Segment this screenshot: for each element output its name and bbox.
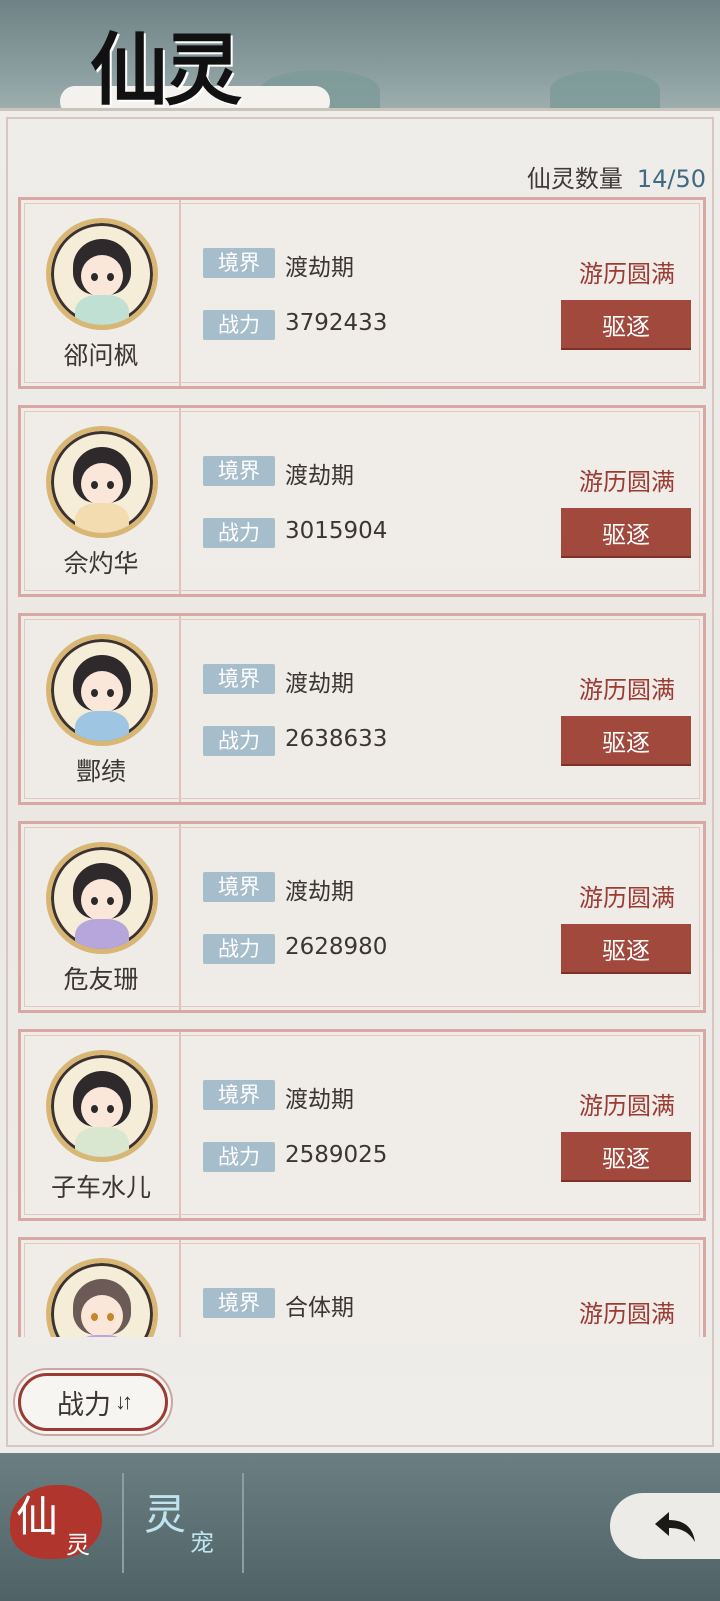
back-button[interactable] <box>610 1493 720 1559</box>
travel-status: 游历圆满 <box>579 468 675 496</box>
realm-value: 渡劫期 <box>285 463 354 489</box>
sort-arrows-icon: ↓↑ <box>115 1389 133 1414</box>
back-arrow-icon <box>655 1512 695 1542</box>
tab-lingchong[interactable]: 灵 宠 <box>138 1473 238 1573</box>
travel-status: 游历圆满 <box>579 884 675 912</box>
avatar-outfit <box>75 295 129 325</box>
spirit-count-label: 仙灵数量 <box>526 165 623 193</box>
expel-button[interactable]: 驱逐 <box>561 300 691 348</box>
realm-value: 合体期 <box>285 1295 354 1321</box>
sort-label: 战力 <box>57 1389 111 1420</box>
realm-tag: 境界 <box>203 1288 275 1318</box>
realm-value: 渡劫期 <box>285 879 354 905</box>
main-panel: 仙灵数量 14/50 郤问枫 境界 渡劫期 战力 3792433 游历圆满 驱逐 <box>0 108 720 1453</box>
power-value: 3792433 <box>285 310 388 336</box>
expel-button[interactable]: 驱逐 <box>561 1132 691 1180</box>
realm-tag: 境界 <box>203 872 275 902</box>
spirit-list[interactable]: 郤问枫 境界 渡劫期 战力 3792433 游历圆满 驱逐 佘灼华 境界 渡劫期… <box>0 195 720 1337</box>
page-title: 仙灵 <box>90 25 242 116</box>
power-value: 2589025 <box>285 1142 388 1168</box>
tab-xianling[interactable]: 仙 灵 <box>10 1475 102 1567</box>
spirit-name: 危友珊 <box>63 965 139 994</box>
avatar-outfit <box>75 919 129 949</box>
spirit-name: 酆绩 <box>75 757 126 786</box>
tab-divider <box>122 1473 124 1573</box>
tab-lingchong-sub: 宠 <box>190 1529 214 1557</box>
power-value: 2638633 <box>285 726 388 752</box>
avatar-outfit <box>75 1335 129 1337</box>
avatar[interactable] <box>46 426 158 538</box>
spirit-name: 佘灼华 <box>63 549 139 578</box>
power-tag: 战力 <box>203 726 275 756</box>
card-portrait-area: 佘灼华 <box>21 408 181 594</box>
expel-button[interactable]: 驱逐 <box>561 924 691 972</box>
avatar-outfit <box>75 711 129 741</box>
card-portrait-area: 危友珊 <box>21 824 181 1010</box>
sort-by-power-button[interactable]: 战力 ↓↑ <box>18 1373 168 1431</box>
realm-value: 渡劫期 <box>285 1087 354 1113</box>
realm-tag: 境界 <box>203 248 275 278</box>
cloud-decoration <box>550 70 660 110</box>
avatar-outfit <box>75 503 129 533</box>
power-tag: 战力 <box>203 934 275 964</box>
power-tag: 战力 <box>203 310 275 340</box>
avatar[interactable] <box>46 1258 158 1337</box>
spirit-card[interactable]: 危友珊 境界 渡劫期 战力 2628980 游历圆满 驱逐 <box>18 821 706 1013</box>
realm-value: 渡劫期 <box>285 671 354 697</box>
realm-value: 渡劫期 <box>285 255 354 281</box>
spirit-card[interactable]: 子车水儿 境界 渡劫期 战力 2589025 游历圆满 驱逐 <box>18 1029 706 1221</box>
power-value: 2628980 <box>285 934 388 960</box>
power-value: 3015904 <box>285 518 388 544</box>
spirit-name: 子车水儿 <box>50 1173 151 1202</box>
avatar[interactable] <box>46 1050 158 1162</box>
card-portrait-area <box>21 1240 181 1337</box>
spirit-count-value: 14/50 <box>636 165 706 193</box>
power-tag: 战力 <box>203 1142 275 1172</box>
avatar[interactable] <box>46 218 158 330</box>
spirit-card[interactable]: 境界 合体期 战力 游历圆满 驱逐 <box>18 1237 706 1337</box>
realm-tag: 境界 <box>203 664 275 694</box>
avatar[interactable] <box>46 634 158 746</box>
travel-status: 游历圆满 <box>579 676 675 704</box>
spirit-count: 仙灵数量 14/50 <box>527 159 706 194</box>
expel-button[interactable]: 驱逐 <box>561 716 691 764</box>
card-portrait-area: 酆绩 <box>21 616 181 802</box>
travel-status: 游历圆满 <box>579 1092 675 1120</box>
avatar[interactable] <box>46 842 158 954</box>
bottom-nav: 仙 灵 灵 宠 <box>0 1453 720 1601</box>
tab-xianling-sub: 灵 <box>66 1531 90 1559</box>
tab-lingchong-main: 灵 <box>144 1490 187 1539</box>
spirit-name: 郤问枫 <box>63 341 139 370</box>
card-portrait-area: 子车水儿 <box>21 1032 181 1218</box>
spirit-card[interactable]: 佘灼华 境界 渡劫期 战力 3015904 游历圆满 驱逐 <box>18 405 706 597</box>
tab-xianling-main: 仙 <box>16 1492 59 1541</box>
spirit-card[interactable]: 酆绩 境界 渡劫期 战力 2638633 游历圆满 驱逐 <box>18 613 706 805</box>
tab-divider <box>242 1473 244 1573</box>
travel-status: 游历圆满 <box>579 1300 675 1328</box>
realm-tag: 境界 <box>203 456 275 486</box>
avatar-outfit <box>75 1127 129 1157</box>
spirit-card[interactable]: 郤问枫 境界 渡劫期 战力 3792433 游历圆满 驱逐 <box>18 197 706 389</box>
power-tag: 战力 <box>203 518 275 548</box>
card-portrait-area: 郤问枫 <box>21 200 181 386</box>
expel-button[interactable]: 驱逐 <box>561 508 691 556</box>
travel-status: 游历圆满 <box>579 260 675 288</box>
realm-tag: 境界 <box>203 1080 275 1110</box>
